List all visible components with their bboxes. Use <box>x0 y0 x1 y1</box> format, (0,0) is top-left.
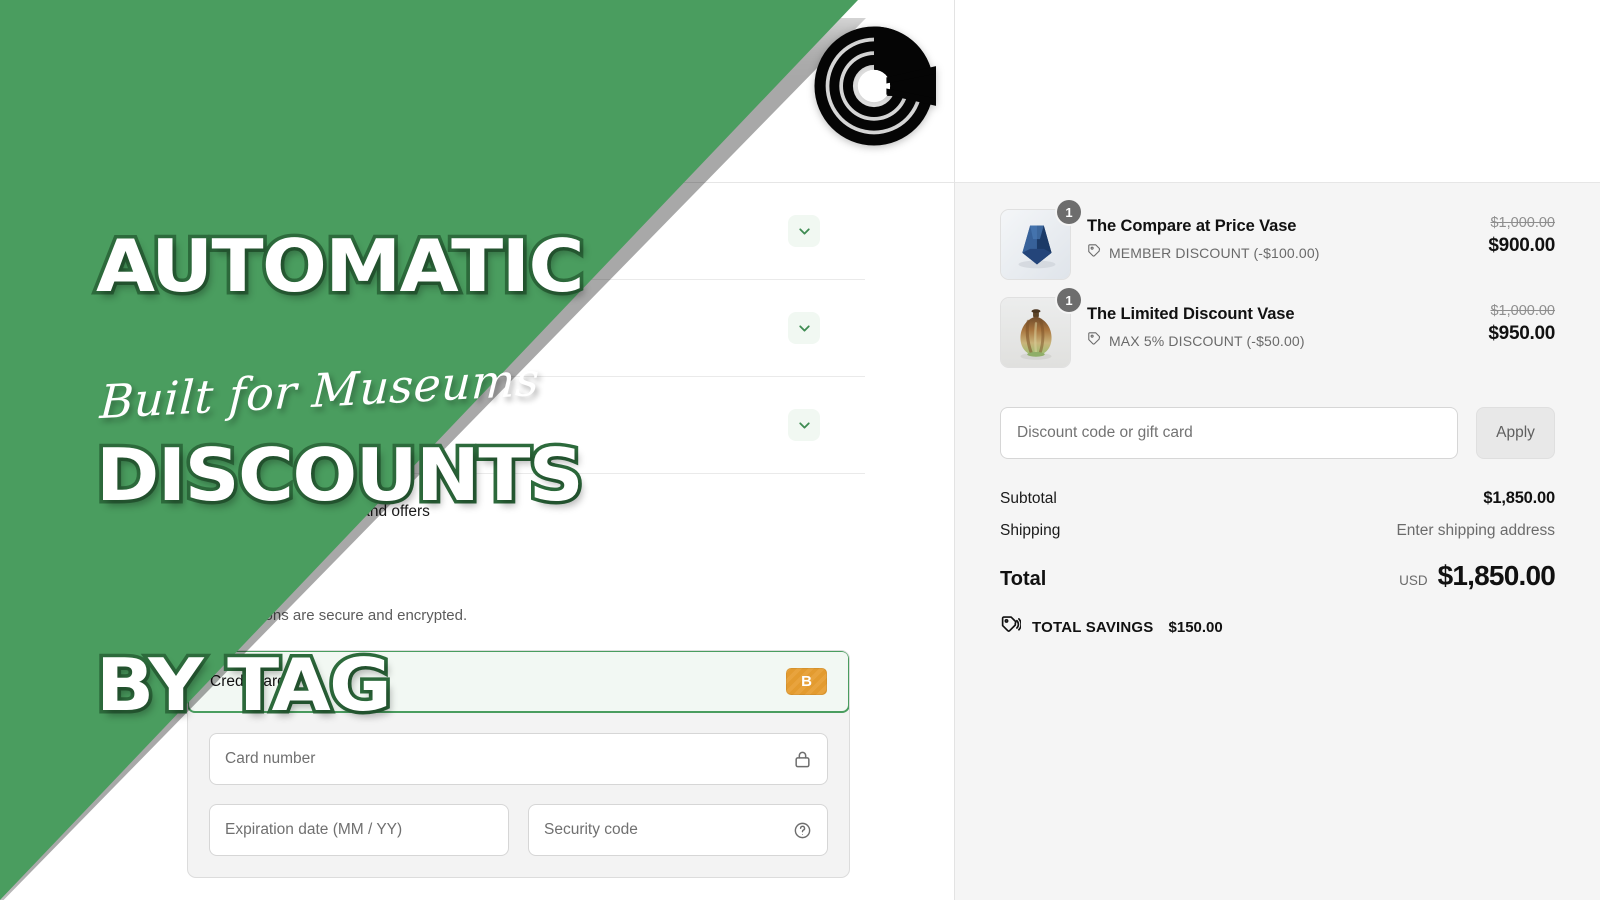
line-item-discount: MEMBER DISCOUNT (-$100.00) <box>1087 243 1472 263</box>
marketing-consent-row[interactable]: Email me with news and offers <box>187 474 865 550</box>
line-item-discount-label: MAX 5% DISCOUNT (-$50.00) <box>1109 333 1305 349</box>
line-item-details: The Limited Discount Vase MAX 5% DISCOUN… <box>1087 297 1472 351</box>
payment-fields: Card number Expiration date (MM / YY) Se… <box>188 712 849 877</box>
card-extra-fields-row: Expiration date (MM / YY) Security code <box>209 804 828 856</box>
grand-total-label: Total <box>1000 568 1047 590</box>
order-summary-header <box>955 0 1600 183</box>
lock-icon <box>793 750 812 769</box>
currency-code: USD <box>1399 573 1428 588</box>
line-item-thumb-wrap: 1 <box>1000 288 1081 368</box>
checkout-form-body: eet, San Francisco CA 94109, US ee Email… <box>0 183 954 900</box>
expiration-date-placeholder: Expiration date (MM / YY) <box>225 821 403 838</box>
total-savings-row: TOTAL SAVINGS $150.00 <box>1000 614 1555 640</box>
shipping-row: Shipping Enter shipping address <box>1000 522 1555 540</box>
line-item-pricing: $1,000.00 $950.00 <box>1488 297 1555 345</box>
card-brand-badge: B <box>786 668 827 695</box>
checkout-summary-row-contact[interactable] <box>187 183 865 280</box>
line-item-price: $900.00 <box>1488 235 1555 256</box>
checkout-form-area: eet, San Francisco CA 94109, US ee Email… <box>187 183 910 878</box>
payment-method-label: Credit card <box>210 672 286 690</box>
total-savings-value: $150.00 <box>1168 618 1223 636</box>
checkout-header <box>0 0 954 183</box>
order-line-item: 1 The Compare at Price Vase MEMBER DISCO… <box>1000 200 1555 297</box>
chevron-down-icon[interactable] <box>788 409 820 441</box>
line-item-thumb-wrap: 1 <box>1000 200 1081 280</box>
payment-heading: Payment <box>187 568 290 596</box>
order-summary-body: 1 The Compare at Price Vase MEMBER DISCO… <box>955 183 1600 640</box>
discount-code-input[interactable]: Discount code or gift card <box>1000 407 1458 459</box>
line-item-price: $950.00 <box>1488 323 1555 344</box>
order-line-item: 1 The Limited Discount Vase MAX 5% DISCO… <box>1000 288 1555 385</box>
order-summary-panel: 1 The Compare at Price Vase MEMBER DISCO… <box>955 0 1600 900</box>
subtotal-value: $1,850.00 <box>1483 489 1555 507</box>
marketing-consent-checkbox[interactable] <box>187 502 206 522</box>
total-savings-label: TOTAL SAVINGS <box>1032 618 1154 636</box>
card-number-placeholder: Card number <box>225 750 316 767</box>
grand-total-row: Total USD $1,850.00 <box>1000 560 1556 592</box>
security-code-field[interactable]: Security code <box>528 804 828 856</box>
tag-icon <box>1087 243 1102 263</box>
chevron-down-icon[interactable] <box>788 215 820 247</box>
line-item-quantity-badge: 1 <box>1057 200 1081 224</box>
concentric-c-logo <box>812 24 936 148</box>
subtotal-label: Subtotal <box>1000 490 1057 507</box>
card-number-field[interactable]: Card number <box>209 733 828 785</box>
security-code-placeholder: Security code <box>544 821 638 838</box>
grand-total-value: $1,850.00 <box>1437 560 1556 591</box>
apply-discount-button[interactable]: Apply <box>1476 407 1555 459</box>
tag-icon <box>1087 331 1102 351</box>
line-item-compare-at-price: $1,000.00 <box>1490 303 1555 319</box>
payment-method-box: Credit card B Card number Expiration dat… <box>187 650 850 878</box>
line-item-details: The Compare at Price Vase MEMBER DISCOUN… <box>1087 209 1472 263</box>
line-item-discount-label: MEMBER DISCOUNT (-$100.00) <box>1109 245 1320 261</box>
tag-savings-icon <box>1000 614 1022 640</box>
chevron-down-icon[interactable] <box>788 312 820 344</box>
checkout-page: eet, San Francisco CA 94109, US ee Email… <box>0 0 1600 900</box>
shipping-label: Shipping <box>1000 522 1061 539</box>
screenshot-root: eet, San Francisco CA 94109, US ee Email… <box>0 0 1600 900</box>
question-circle-icon[interactable] <box>793 821 812 840</box>
marketing-consent-label: Email me with news and offers <box>220 503 430 520</box>
expiration-date-field[interactable]: Expiration date (MM / YY) <box>209 804 509 856</box>
address-row-text: eet, San Francisco CA 94109, US <box>187 319 412 337</box>
payment-subheading: All transactions are secure and encrypte… <box>187 607 468 624</box>
subtotal-row: Subtotal $1,850.00 <box>1000 489 1555 508</box>
checkout-summary-row-shipping[interactable]: ee <box>187 377 865 474</box>
grand-total-amount: USD $1,850.00 <box>1399 560 1556 592</box>
line-item-title: The Compare at Price Vase <box>1087 217 1297 235</box>
order-totals: Subtotal $1,850.00 Shipping Enter shippi… <box>1000 489 1556 640</box>
shipping-row-text: ee <box>187 416 204 434</box>
payment-method-credit-card[interactable]: Credit card B <box>188 651 849 713</box>
line-item-discount: MAX 5% DISCOUNT (-$50.00) <box>1087 331 1472 351</box>
checkout-summary-row-address[interactable]: eet, San Francisco CA 94109, US <box>187 280 865 377</box>
shipping-value: Enter shipping address <box>1396 522 1555 539</box>
discount-code-row: Discount code or gift card Apply <box>1000 407 1555 459</box>
line-item-title: The Limited Discount Vase <box>1087 305 1295 323</box>
line-item-compare-at-price: $1,000.00 <box>1490 215 1555 231</box>
line-item-quantity-badge: 1 <box>1057 288 1081 312</box>
line-item-pricing: $1,000.00 $900.00 <box>1488 209 1555 257</box>
